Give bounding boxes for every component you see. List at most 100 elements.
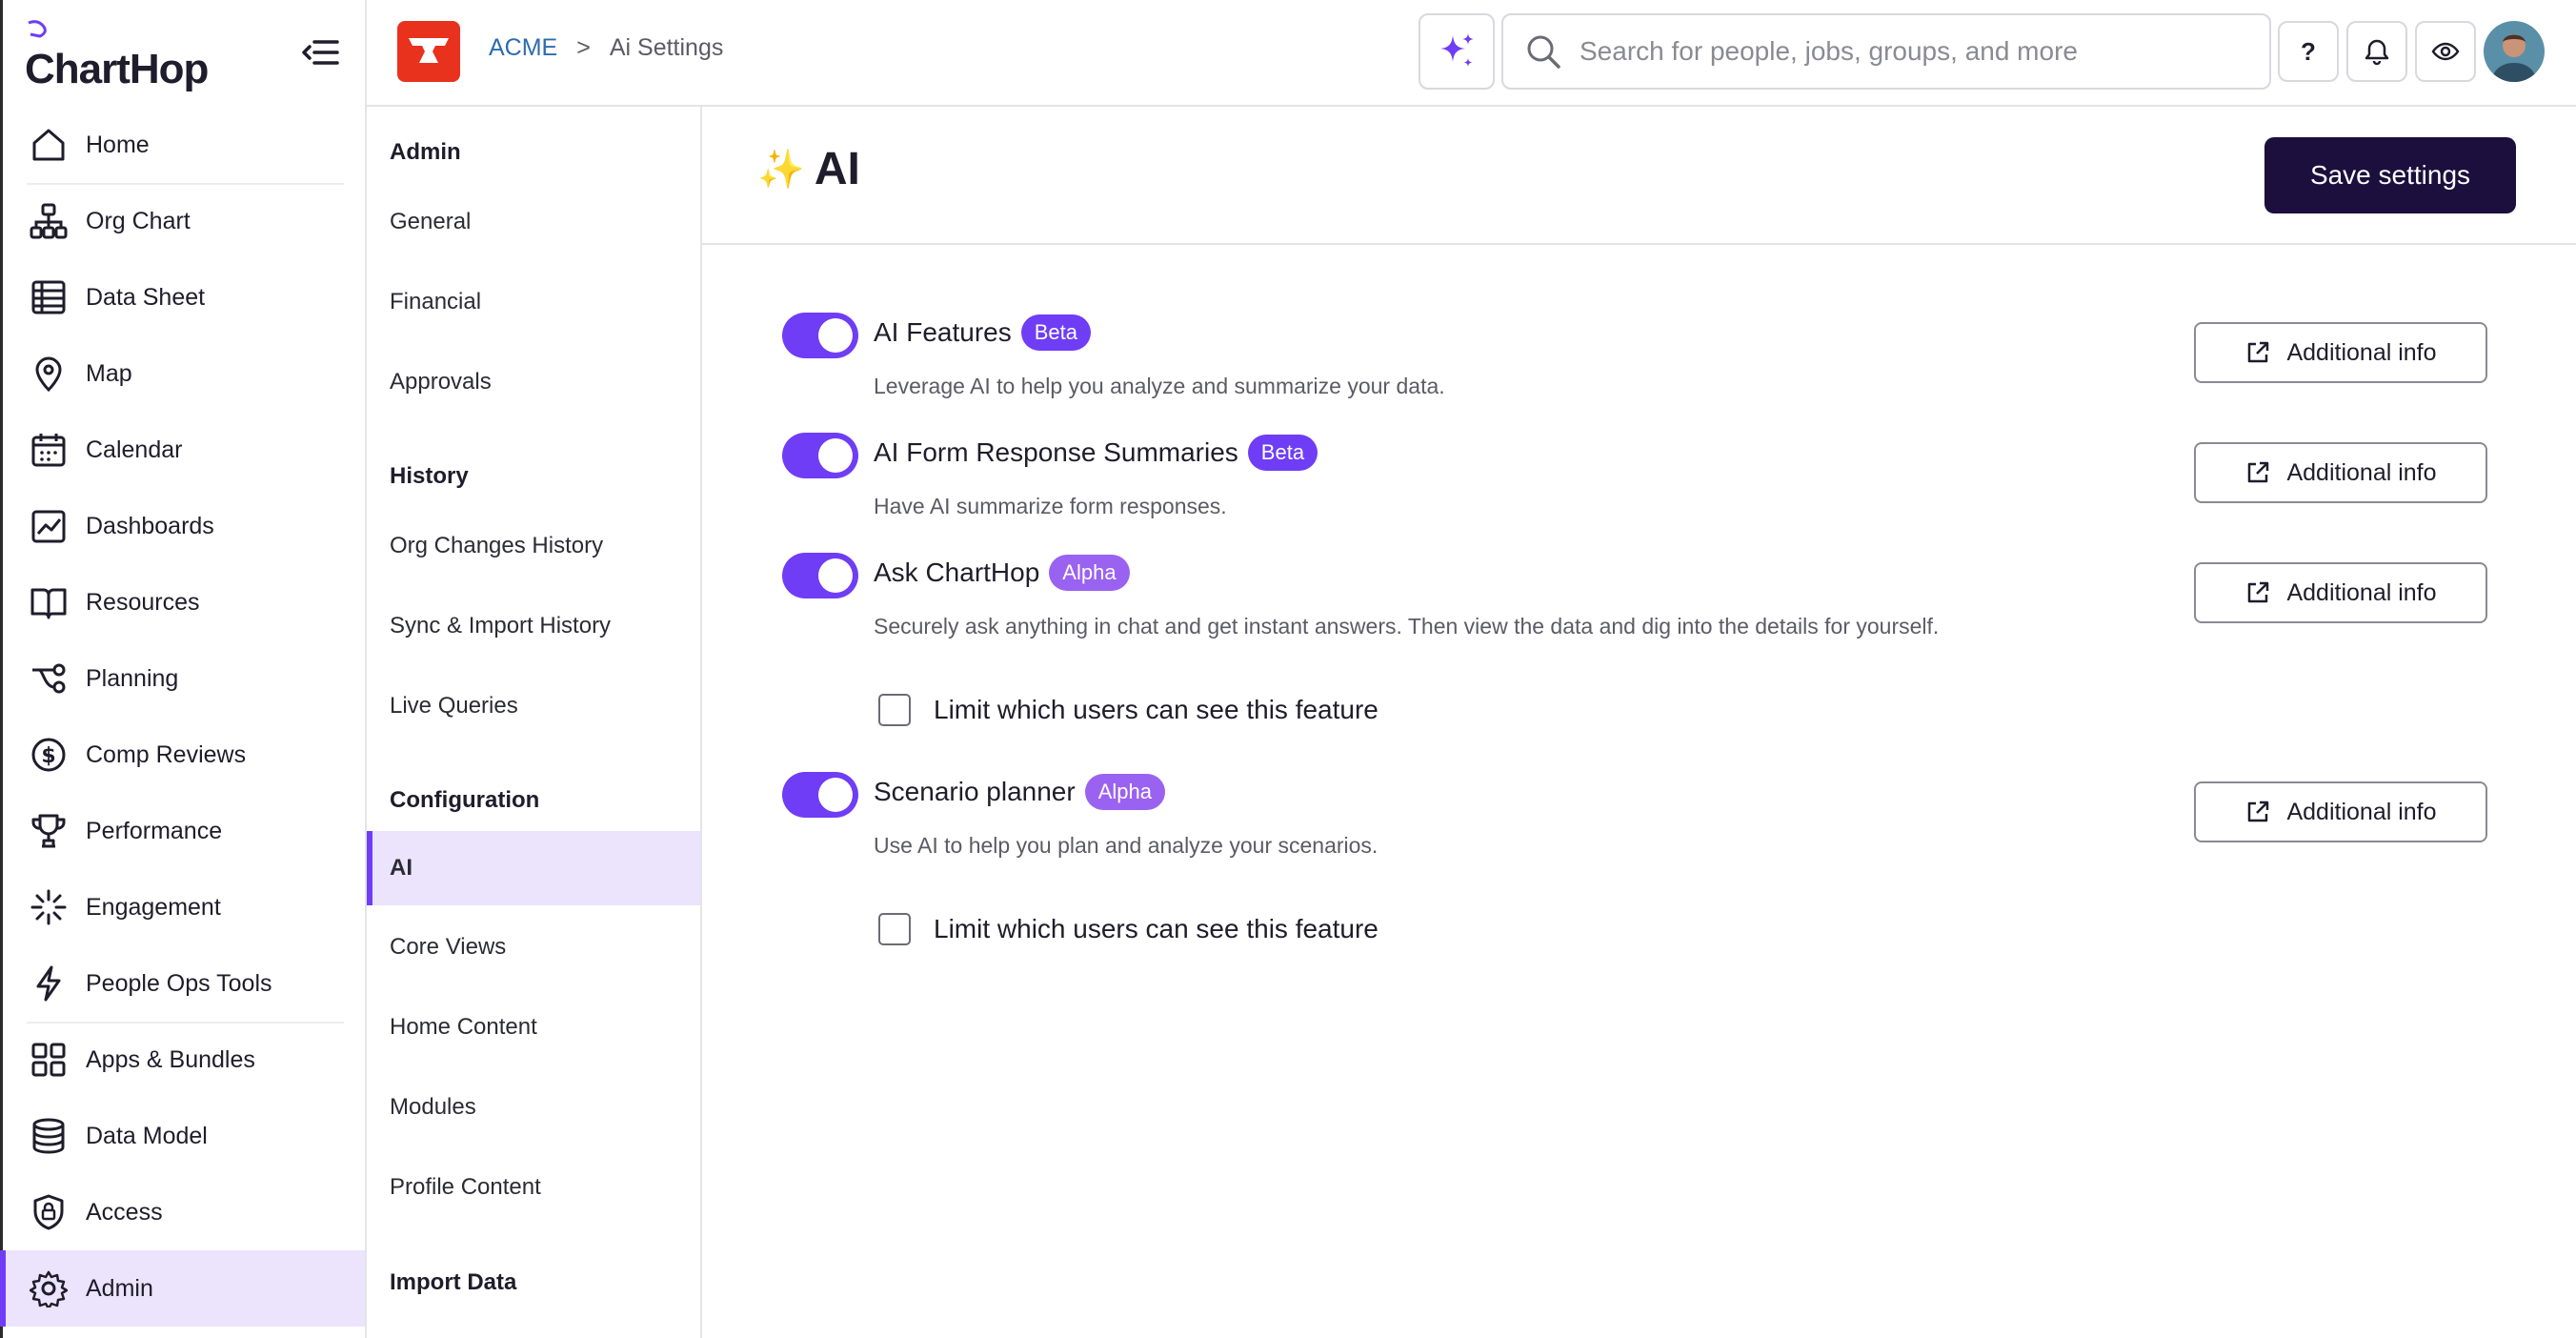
nav-item-resources[interactable]: Resources bbox=[0, 564, 365, 640]
breadcrumb-separator: > bbox=[576, 34, 591, 61]
view-as-button[interactable] bbox=[2415, 21, 2476, 82]
notifications-button[interactable] bbox=[2346, 21, 2407, 82]
gear-icon bbox=[27, 1267, 70, 1310]
nav-label: Home bbox=[86, 131, 150, 158]
save-settings-button[interactable]: Save settings bbox=[2264, 137, 2516, 213]
nav-label: Access bbox=[86, 1198, 163, 1226]
admin-subnav: Admin General Financial Approvals Histor… bbox=[367, 107, 702, 1338]
collapse-nav-icon[interactable] bbox=[301, 36, 339, 69]
subnav-item-org-changes-history[interactable]: Org Changes History bbox=[367, 509, 700, 583]
top-bar: ACME > Ai Settings ? bbox=[367, 0, 2576, 107]
additional-info-button[interactable]: Additional info bbox=[2194, 322, 2487, 383]
additional-info-button[interactable]: Additional info bbox=[2194, 781, 2487, 842]
limit-users-ask-charthop[interactable]: Limit which users can see this feature bbox=[878, 694, 1379, 726]
nav-item-dashboards[interactable]: Dashboards bbox=[0, 488, 365, 564]
ai-assistant-button[interactable] bbox=[1419, 13, 1495, 90]
help-button[interactable]: ? bbox=[2278, 21, 2339, 82]
limit-users-scenario-planner[interactable]: Limit which users can see this feature bbox=[878, 913, 1379, 945]
subnav-item-sync-import-history[interactable]: Sync & Import History bbox=[367, 589, 700, 663]
nav-item-org-chart[interactable]: Org Chart bbox=[0, 183, 365, 259]
scenario-planner-toggle[interactable] bbox=[782, 772, 858, 818]
ai-features-toggle[interactable] bbox=[782, 313, 858, 358]
nav-label: Calendar bbox=[86, 436, 183, 463]
subnav-item-financial[interactable]: Financial bbox=[367, 265, 700, 339]
nav-item-admin[interactable]: Admin bbox=[0, 1250, 365, 1327]
nav-label: Performance bbox=[86, 817, 223, 844]
nav-item-access[interactable]: Access bbox=[0, 1174, 365, 1250]
help-icon: ? bbox=[2301, 36, 2316, 66]
search-icon bbox=[1527, 35, 1560, 69]
external-link-icon bbox=[2248, 801, 2269, 822]
nav-item-data-model[interactable]: Data Model bbox=[0, 1098, 365, 1174]
feature-title: AI Form Response Summaries Beta bbox=[874, 435, 1318, 471]
nav-item-map[interactable]: Map bbox=[0, 335, 365, 412]
subnav-item-live-queries[interactable]: Live Queries bbox=[367, 669, 700, 743]
nav-label: Engagement bbox=[86, 893, 221, 921]
additional-info-button[interactable]: Additional info bbox=[2194, 442, 2487, 503]
sparkles-emoji: ✨ bbox=[757, 149, 805, 191]
planning-icon bbox=[27, 657, 70, 700]
nav-label: Apps & Bundles bbox=[86, 1045, 255, 1073]
feature-title: AI Features Beta bbox=[874, 314, 1091, 351]
feature-title-text: Scenario planner bbox=[874, 777, 1076, 806]
ai-form-response-summaries-toggle[interactable] bbox=[782, 433, 858, 478]
nav-label: Planning bbox=[86, 664, 179, 692]
feature-title-text: AI Features bbox=[874, 317, 1012, 347]
main-content: ✨ AI Save settings AI Features Beta Leve… bbox=[702, 107, 2576, 1338]
nav-item-performance[interactable]: Performance bbox=[0, 793, 365, 869]
nav-item-calendar[interactable]: Calendar bbox=[0, 412, 365, 488]
eye-icon bbox=[2431, 42, 2460, 61]
nav-label: People Ops Tools bbox=[86, 969, 272, 997]
search-box[interactable] bbox=[1501, 13, 2271, 90]
feature-description: Securely ask anything in chat and get in… bbox=[874, 614, 1940, 639]
nav-item-planning[interactable]: Planning bbox=[0, 640, 365, 717]
calendar-icon bbox=[27, 428, 70, 472]
additional-info-label: Additional info bbox=[2286, 338, 2437, 366]
alpha-badge: Alpha bbox=[1084, 774, 1165, 810]
page-title: ✨ AI bbox=[757, 143, 860, 195]
ask-charthop-toggle[interactable] bbox=[782, 553, 858, 598]
breadcrumb-current: Ai Settings bbox=[609, 34, 724, 61]
limit-users-checkbox[interactable] bbox=[878, 694, 911, 726]
feature-description: Have AI summarize form responses. bbox=[874, 494, 1227, 518]
breadcrumb-org-link[interactable]: ACME bbox=[489, 34, 557, 62]
search-input[interactable] bbox=[1580, 36, 2246, 67]
nav-item-apps-bundles[interactable]: Apps & Bundles bbox=[0, 1022, 365, 1098]
subnav-item-approvals[interactable]: Approvals bbox=[367, 345, 700, 419]
nav-item-engagement[interactable]: Engagement bbox=[0, 869, 365, 945]
breadcrumb: ACME > Ai Settings bbox=[489, 34, 723, 62]
lightning-icon bbox=[27, 962, 70, 1005]
nav-item-people-ops-tools[interactable]: People Ops Tools bbox=[0, 945, 365, 1022]
dashboard-icon bbox=[27, 504, 70, 548]
org-logo[interactable] bbox=[397, 21, 460, 82]
nav-label: Comp Reviews bbox=[86, 740, 247, 768]
left-nav: ChartHop Home Org Chart Data Sheet Map C… bbox=[0, 0, 367, 1338]
nav-item-data-sheet[interactable]: Data Sheet bbox=[0, 259, 365, 335]
additional-info-label: Additional info bbox=[2286, 798, 2437, 825]
org-chart-icon bbox=[27, 199, 70, 243]
nav-item-home[interactable]: Home bbox=[0, 107, 365, 183]
subnav-item-general[interactable]: General bbox=[367, 185, 700, 259]
feature-description: Use AI to help you plan and analyze your… bbox=[874, 833, 1379, 858]
feature-title-text: Ask ChartHop bbox=[874, 558, 1040, 587]
map-pin-icon bbox=[27, 352, 70, 395]
shield-lock-icon bbox=[27, 1190, 70, 1234]
charthop-logo[interactable]: ChartHop bbox=[25, 17, 209, 93]
limit-users-checkbox[interactable] bbox=[878, 913, 911, 945]
beta-badge: Beta bbox=[1020, 314, 1091, 351]
nav-label: Resources bbox=[86, 588, 200, 616]
subnav-section-admin: Admin bbox=[390, 139, 461, 165]
main-nav-list: Home Org Chart Data Sheet Map Calendar D… bbox=[0, 107, 365, 1327]
subnav-item-profile-content[interactable]: Profile Content bbox=[367, 1150, 700, 1225]
subnav-item-ai[interactable]: AI bbox=[367, 831, 700, 905]
subnav-item-modules[interactable]: Modules bbox=[367, 1070, 700, 1145]
subnav-item-home-content[interactable]: Home Content bbox=[367, 990, 700, 1064]
toggle-knob bbox=[818, 558, 853, 593]
user-avatar[interactable] bbox=[2484, 21, 2545, 82]
feature-title-text: AI Form Response Summaries bbox=[874, 437, 1238, 467]
subnav-item-core-views[interactable]: Core Views bbox=[367, 910, 700, 984]
anvil-icon bbox=[409, 38, 449, 63]
additional-info-button[interactable]: Additional info bbox=[2194, 562, 2487, 623]
nav-item-comp-reviews[interactable]: $ Comp Reviews bbox=[0, 717, 365, 793]
limit-users-label: Limit which users can see this feature bbox=[934, 695, 1379, 724]
